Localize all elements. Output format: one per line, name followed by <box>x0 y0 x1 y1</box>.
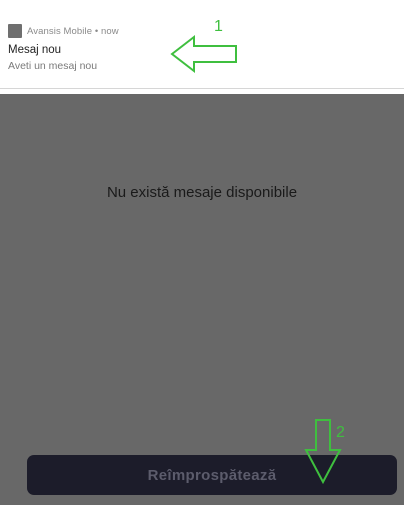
notification-body: Aveti un mesaj nou <box>8 60 98 72</box>
annotation-marker-2: 2 <box>336 424 345 441</box>
empty-state-message: Nu există mesaje disponibile <box>106 184 298 201</box>
notification-meta: Avansis Mobile • now <box>27 25 119 37</box>
refresh-button[interactable]: Reîmprospătează <box>27 455 397 495</box>
app-icon <box>8 24 22 38</box>
notification-header: Avansis Mobile • now <box>8 24 119 38</box>
annotation-marker-1: 1 <box>214 18 223 35</box>
app-screen-overlay: Nu există mesaje disponibile Reîmprospăt… <box>0 94 404 505</box>
notification-title: Mesaj nou <box>8 44 62 56</box>
divider <box>0 88 404 89</box>
notification-card[interactable]: Avansis Mobile • now Mesaj nou Aveti un … <box>0 0 404 88</box>
